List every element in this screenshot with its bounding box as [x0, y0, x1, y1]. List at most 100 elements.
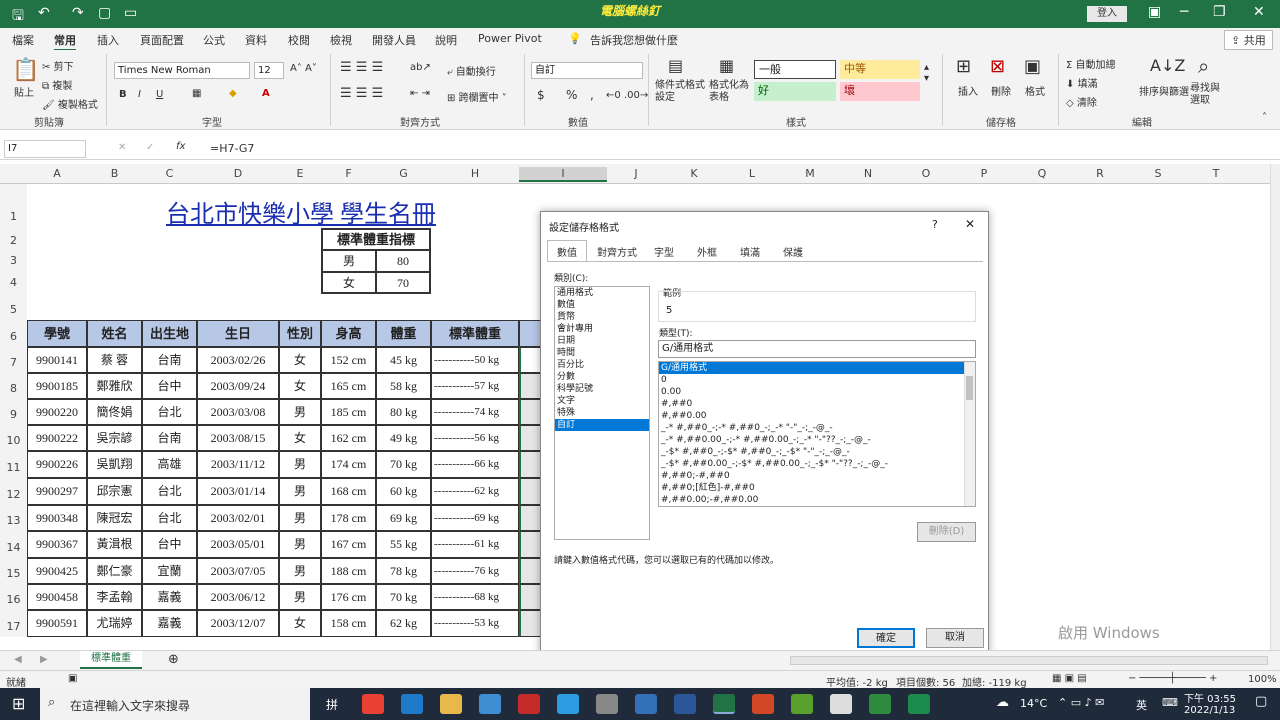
- grow-font-icon[interactable]: A˄ A˅: [290, 63, 317, 74]
- app-icon[interactable]: [791, 694, 813, 714]
- student-id-cell[interactable]: 9900185: [27, 373, 87, 399]
- tab-home[interactable]: 常用: [54, 32, 76, 51]
- clear-button[interactable]: ◇ 清除: [1066, 94, 1097, 109]
- row-header[interactable]: 5: [0, 294, 27, 320]
- archive-app-icon[interactable]: [596, 694, 618, 714]
- type-item[interactable]: #,##0: [659, 398, 975, 410]
- name-cell[interactable]: 簡佟娟: [87, 399, 142, 425]
- gender-cell[interactable]: 男: [279, 505, 321, 531]
- tab-formulas[interactable]: 公式: [203, 32, 225, 48]
- gender-cell[interactable]: 女: [279, 373, 321, 399]
- category-item[interactable]: 通用格式: [555, 287, 649, 299]
- align-left-icon[interactable]: ☰ ☰ ☰: [340, 86, 383, 101]
- delete-cells-button[interactable]: 刪除: [991, 83, 1011, 98]
- decimal-icons[interactable]: ←0 .00→: [606, 90, 648, 101]
- column-header[interactable]: B: [87, 167, 142, 180]
- student-id-cell[interactable]: 9900348: [27, 505, 87, 531]
- weight-cell[interactable]: 70 kg: [376, 451, 431, 478]
- birthday-cell[interactable]: 2003/11/12: [197, 451, 279, 478]
- column-header[interactable]: O: [897, 167, 955, 180]
- table-header[interactable]: 姓名: [87, 320, 142, 347]
- name-cell[interactable]: 尤瑞婷: [87, 610, 142, 637]
- weight-cell[interactable]: 58 kg: [376, 373, 431, 399]
- height-cell[interactable]: 165 cm: [321, 373, 376, 399]
- student-id-cell[interactable]: 9900367: [27, 531, 87, 558]
- type-item[interactable]: #,##0;[紅色]-#,##0: [659, 482, 975, 494]
- birthplace-cell[interactable]: 台北: [142, 399, 197, 425]
- birthday-cell[interactable]: 2003/08/15: [197, 425, 279, 451]
- selected-range-cell[interactable]: [519, 531, 541, 558]
- row-header[interactable]: 4: [0, 272, 27, 294]
- column-header[interactable]: K: [665, 167, 723, 180]
- student-id-cell[interactable]: 9900297: [27, 478, 87, 505]
- selected-range-cell[interactable]: [519, 505, 541, 531]
- height-cell[interactable]: 178 cm: [321, 505, 376, 531]
- align-top-icon[interactable]: ☰ ☰ ☰: [340, 60, 383, 75]
- category-item[interactable]: 日期: [555, 335, 649, 347]
- type-item[interactable]: #,##0.00: [659, 410, 975, 422]
- selected-range-cell[interactable]: [519, 610, 541, 637]
- clock-date[interactable]: 2022/1/13: [1184, 705, 1235, 716]
- gender-cell[interactable]: 男: [279, 531, 321, 558]
- gender-cell[interactable]: 男: [279, 451, 321, 478]
- taskbar-search-box[interactable]: ⌕ 在這裡輸入文字來搜尋: [40, 688, 310, 720]
- table-header[interactable]: 身高: [321, 320, 376, 347]
- save-icon[interactable]: 🖫: [12, 5, 24, 29]
- weather-temp[interactable]: 14°C: [1020, 697, 1047, 710]
- column-header[interactable]: R: [1071, 167, 1129, 180]
- delete-format-button[interactable]: 刪除(D): [917, 522, 976, 542]
- standard-weight-cell[interactable]: -----------57 kg: [431, 373, 519, 399]
- birthplace-cell[interactable]: 台北: [142, 505, 197, 531]
- birthday-cell[interactable]: 2003/01/14: [197, 478, 279, 505]
- styles-scroll-icon[interactable]: ▴ ▾: [924, 62, 929, 84]
- ime-language[interactable]: 英: [1136, 697, 1147, 713]
- birthplace-cell[interactable]: 台北: [142, 478, 197, 505]
- column-header[interactable]: P: [955, 167, 1013, 180]
- selected-range-cell[interactable]: [519, 399, 541, 425]
- normal-view-icon[interactable]: ▦ ▣ ▤: [1052, 673, 1087, 684]
- student-id-cell[interactable]: 9900222: [27, 425, 87, 451]
- name-cell[interactable]: 李孟翰: [87, 584, 142, 610]
- redo-icon[interactable]: ↷: [72, 5, 84, 21]
- gender-cell[interactable]: 男: [279, 399, 321, 425]
- student-id-cell[interactable]: 9900220: [27, 399, 87, 425]
- birthplace-cell[interactable]: 台中: [142, 373, 197, 399]
- std-value-cell[interactable]: 70: [376, 272, 431, 294]
- collapse-ribbon-icon[interactable]: ˄: [1262, 112, 1267, 123]
- insert-cells-icon[interactable]: ⊞: [956, 56, 971, 77]
- add-sheet-icon[interactable]: ⊕: [168, 652, 179, 667]
- height-cell[interactable]: 174 cm: [321, 451, 376, 478]
- height-cell[interactable]: 168 cm: [321, 478, 376, 505]
- category-item[interactable]: 會計專用: [555, 323, 649, 335]
- weight-cell[interactable]: 45 kg: [376, 347, 431, 373]
- column-header[interactable]: Q: [1013, 167, 1071, 180]
- category-list[interactable]: 通用格式 數值 貨幣 會計專用 日期 時間 百分比 分數 科學記號 文字 特殊 自訂: [554, 286, 650, 540]
- powerpoint-icon[interactable]: [752, 694, 774, 714]
- type-item[interactable]: #,##0;-#,##0: [659, 470, 975, 482]
- column-header[interactable]: T: [1187, 167, 1245, 180]
- clock-time[interactable]: 下午 03:55: [1184, 690, 1236, 705]
- format-table-icon[interactable]: ▦: [719, 56, 734, 75]
- find-select-icon[interactable]: ⌕: [1198, 54, 1209, 78]
- student-id-cell[interactable]: 9900226: [27, 451, 87, 478]
- word-icon[interactable]: [674, 694, 696, 714]
- gender-cell[interactable]: 女: [279, 347, 321, 373]
- name-cell[interactable]: 邱宗憲: [87, 478, 142, 505]
- sort-filter-icon[interactable]: A↓Z: [1150, 56, 1185, 75]
- type-item[interactable]: 0.00: [659, 386, 975, 398]
- type-item[interactable]: G/通用格式: [659, 362, 975, 374]
- find-select-button[interactable]: 尋找與選取: [1190, 83, 1226, 107]
- height-cell[interactable]: 162 cm: [321, 425, 376, 451]
- gender-cell[interactable]: 女: [279, 425, 321, 451]
- comma-button[interactable]: ,: [590, 88, 594, 102]
- sort-filter-button[interactable]: 排序與篩選: [1139, 83, 1189, 98]
- tell-me-search[interactable]: 告訴我您想做什麼: [590, 32, 678, 48]
- chrome-icon[interactable]: [362, 694, 384, 714]
- teamviewer-icon[interactable]: [635, 694, 657, 714]
- cut-button[interactable]: ✂ 剪下: [42, 58, 74, 73]
- insert-function-icon[interactable]: fx: [176, 141, 185, 152]
- italic-button[interactable]: I: [138, 89, 141, 100]
- standard-weight-cell[interactable]: -----------74 kg: [431, 399, 519, 425]
- category-item[interactable]: 文字: [555, 395, 649, 407]
- row-header[interactable]: 15: [0, 558, 27, 584]
